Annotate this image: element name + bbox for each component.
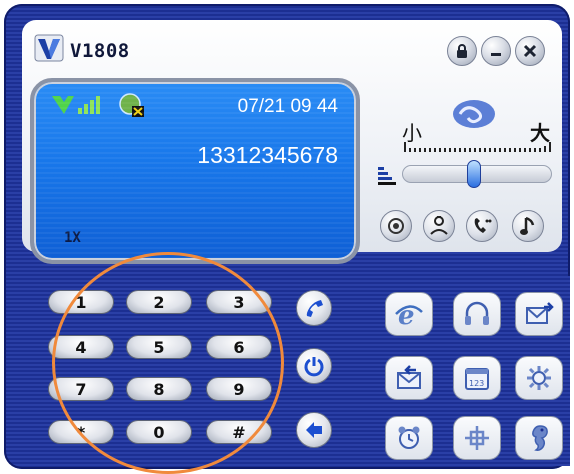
key-9[interactable]: 9 — [206, 377, 272, 401]
network-status-icon — [119, 93, 144, 117]
close-button[interactable] — [515, 36, 545, 66]
call-icon — [306, 300, 323, 317]
browser-icon: e — [395, 301, 423, 328]
key-hash[interactable]: # — [206, 420, 272, 444]
volume-slider-thumb[interactable] — [467, 160, 482, 188]
sound-swirl-icon — [453, 100, 495, 128]
voicemail-icon — [474, 218, 492, 233]
headset-button[interactable] — [453, 292, 501, 336]
key-3[interactable]: 3 — [206, 290, 272, 314]
headset-icon — [465, 301, 489, 325]
key-7[interactable]: 7 — [48, 377, 114, 401]
call-button[interactable] — [296, 290, 332, 326]
settings-button[interactable] — [515, 356, 563, 400]
key-5[interactable]: 5 — [126, 335, 192, 359]
music-note-icon — [520, 216, 535, 235]
knot-button[interactable] — [453, 416, 501, 460]
power-icon — [304, 357, 324, 377]
seahorse-icon — [532, 425, 548, 451]
back-button[interactable] — [296, 412, 332, 448]
volume-level-icon — [378, 167, 396, 185]
inbox-icon — [397, 365, 421, 389]
alarm-button[interactable] — [385, 416, 433, 460]
lock-button[interactable] — [447, 36, 477, 66]
lock-icon — [457, 44, 467, 58]
knot-icon — [465, 426, 489, 450]
key-1[interactable]: 1 — [48, 290, 114, 314]
power-button[interactable] — [296, 348, 332, 384]
minimize-button[interactable] — [481, 36, 511, 66]
calendar-button[interactable]: 123 — [453, 356, 501, 400]
camera-button[interactable] — [380, 210, 412, 242]
minimize-icon — [491, 53, 501, 56]
key-8[interactable]: 8 — [126, 377, 192, 401]
music-button[interactable] — [512, 210, 544, 242]
phone-number-display: 13312345678 — [197, 142, 338, 168]
svg-text:123: 123 — [469, 379, 484, 388]
contacts-button[interactable] — [423, 210, 455, 242]
browser-button[interactable]: e — [385, 292, 433, 336]
key-4[interactable]: 4 — [48, 335, 114, 359]
key-0[interactable]: 0 — [126, 420, 192, 444]
datetime-display: 07/21 09 44 — [237, 96, 338, 117]
camera-icon — [388, 218, 404, 234]
calendar-icon: 123 — [465, 368, 489, 390]
send-message-icon — [526, 302, 554, 324]
close-icon — [523, 44, 537, 58]
signal-strength-icon — [52, 96, 100, 114]
svg-text:e: e — [398, 301, 415, 328]
lcd-screen: 07/21 09 44 13312345678 1X — [30, 78, 360, 264]
settings-icon — [527, 366, 551, 390]
network-mode-label: 1X — [64, 230, 81, 246]
key-star[interactable]: * — [48, 420, 114, 444]
send-message-button[interactable] — [515, 292, 563, 336]
contacts-icon — [430, 216, 448, 235]
key-6[interactable]: 6 — [206, 335, 272, 359]
seahorse-button[interactable] — [515, 416, 563, 460]
inbox-button[interactable] — [385, 356, 433, 400]
voicemail-button[interactable] — [466, 210, 498, 242]
back-icon — [306, 422, 322, 438]
alarm-clock-icon — [398, 426, 420, 449]
v-logo-icon — [34, 34, 64, 62]
key-2[interactable]: 2 — [126, 290, 192, 314]
volume-scale — [404, 142, 551, 152]
device-title: V1808 — [70, 40, 130, 62]
